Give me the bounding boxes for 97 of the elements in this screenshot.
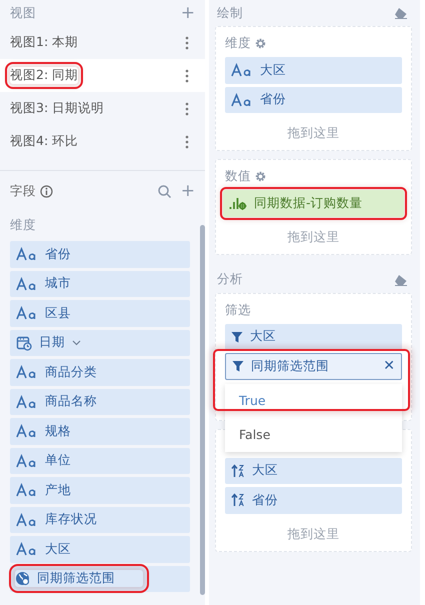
text-type-icon: [231, 63, 253, 78]
field-label: 日期: [39, 334, 65, 352]
filter-icon: [232, 360, 244, 372]
clear-button[interactable]: [394, 274, 408, 286]
field-item[interactable]: 同期筛选范围: [10, 566, 190, 592]
text-type-icon: [16, 365, 38, 380]
more-icon: [185, 134, 189, 148]
section-title: 视图: [10, 4, 36, 22]
text-type-icon: [16, 247, 38, 262]
globe-icon: [15, 571, 30, 586]
dimension-chip[interactable]: 大区: [225, 57, 402, 84]
view-label: 视图2: 同期: [10, 67, 78, 84]
field-label: 同期筛选范围: [37, 570, 115, 588]
view-label: 视图4: 环比: [10, 133, 78, 150]
chip-label: 同期筛选范围: [251, 358, 329, 375]
drop-hint: 拖到这里: [286, 228, 340, 246]
group-label: 数值: [225, 168, 251, 185]
add-button[interactable]: +: [180, 4, 195, 22]
sort-chip[interactable]: 大区: [225, 458, 402, 484]
gear-icon: [255, 38, 266, 49]
section-title: 分析: [217, 271, 243, 288]
settings-button[interactable]: [255, 171, 266, 182]
eraser-icon: [394, 274, 408, 286]
text-type-icon: [16, 424, 38, 438]
field-item[interactable]: 商品名称: [10, 388, 190, 415]
text-type-icon: [16, 512, 38, 527]
field-label: 大区: [45, 540, 71, 558]
chip-label: 大区: [252, 462, 278, 480]
view-item[interactable]: 视图1: 本期: [0, 26, 205, 59]
filter-icon: [231, 330, 243, 343]
eraser-icon: [394, 7, 408, 19]
group-label: 维度: [225, 35, 251, 52]
filter-chip[interactable]: 同期筛选范围 ✕: [225, 353, 402, 380]
text-type-icon: [16, 483, 38, 498]
group-label: 筛选: [225, 302, 251, 318]
text-type-icon: [16, 542, 38, 556]
field-item[interactable]: 区县: [10, 300, 190, 326]
section-title: 绘制: [217, 4, 243, 22]
drop-hint: 拖到这里: [286, 524, 340, 542]
field-item[interactable]: 单位: [10, 448, 190, 474]
field-label: 规格: [45, 422, 71, 440]
chip-label: 大区: [260, 62, 286, 79]
more-icon: [185, 36, 189, 50]
field-label: 城市: [45, 275, 71, 292]
chevron-down-icon: [72, 340, 81, 346]
section-title: 字段: [10, 182, 36, 200]
field-item[interactable]: 城市: [10, 270, 190, 297]
view-label: 视图3: 日期说明: [10, 100, 104, 117]
drop-hint: 拖到这里: [286, 124, 340, 142]
field-item[interactable]: 商品分类: [10, 359, 190, 386]
bar-gear-icon: [229, 196, 247, 210]
field-item[interactable]: 大区: [10, 536, 190, 562]
field-label: 单位: [45, 452, 71, 470]
dropdown-option[interactable]: True: [225, 384, 402, 418]
scrollbar[interactable]: [200, 225, 205, 595]
sort-chip[interactable]: 省份: [225, 487, 402, 514]
chip-label: 大区: [250, 328, 276, 346]
view-item[interactable]: 视图2: 同期: [0, 59, 205, 92]
dimension-chip[interactable]: 省份: [225, 86, 402, 113]
measure-chip[interactable]: 同期数据-订购数量: [223, 190, 404, 216]
settings-button[interactable]: [255, 38, 266, 49]
view-label: 视图1: 本期: [10, 34, 78, 51]
sort-icon: [231, 493, 245, 508]
field-item[interactable]: 省份: [10, 241, 190, 268]
view-item[interactable]: 视图4: 环比: [0, 125, 205, 158]
text-type-icon: [16, 394, 38, 409]
field-item[interactable]: 规格: [10, 418, 190, 444]
more-icon: [185, 102, 189, 116]
view-item[interactable]: 视图3: 日期说明: [0, 92, 205, 125]
dropdown-option[interactable]: False: [225, 418, 402, 452]
field-item[interactable]: 产地: [10, 477, 190, 504]
field-label: 商品名称: [45, 393, 97, 410]
field-label: 区县: [45, 304, 71, 322]
group-label: 维度: [10, 217, 37, 234]
text-type-icon: [16, 276, 38, 291]
field-label: 产地: [45, 482, 71, 499]
calendar-clock-icon: [16, 334, 32, 351]
text-type-icon: [16, 454, 38, 468]
field-label: 库存状况: [45, 511, 97, 528]
gear-icon: [255, 171, 266, 182]
chip-label: 省份: [260, 91, 286, 108]
chip-label: 省份: [252, 492, 278, 509]
field-label: 省份: [45, 246, 71, 263]
clear-button[interactable]: [394, 7, 408, 19]
sort-icon: [231, 464, 245, 478]
add-button[interactable]: +: [180, 182, 195, 200]
field-item[interactable]: 日期: [10, 330, 190, 356]
text-type-icon: [231, 92, 253, 107]
close-button[interactable]: ✕: [383, 358, 395, 374]
text-type-icon: [16, 306, 38, 320]
field-label: 商品分类: [45, 364, 97, 381]
field-item[interactable]: 库存状况: [10, 506, 190, 533]
chip-label: 同期数据-订购数量: [254, 194, 363, 212]
search-icon: [158, 184, 171, 198]
info-icon: [40, 184, 53, 198]
filter-chip[interactable]: 大区: [225, 324, 402, 350]
more-icon: [185, 68, 189, 82]
